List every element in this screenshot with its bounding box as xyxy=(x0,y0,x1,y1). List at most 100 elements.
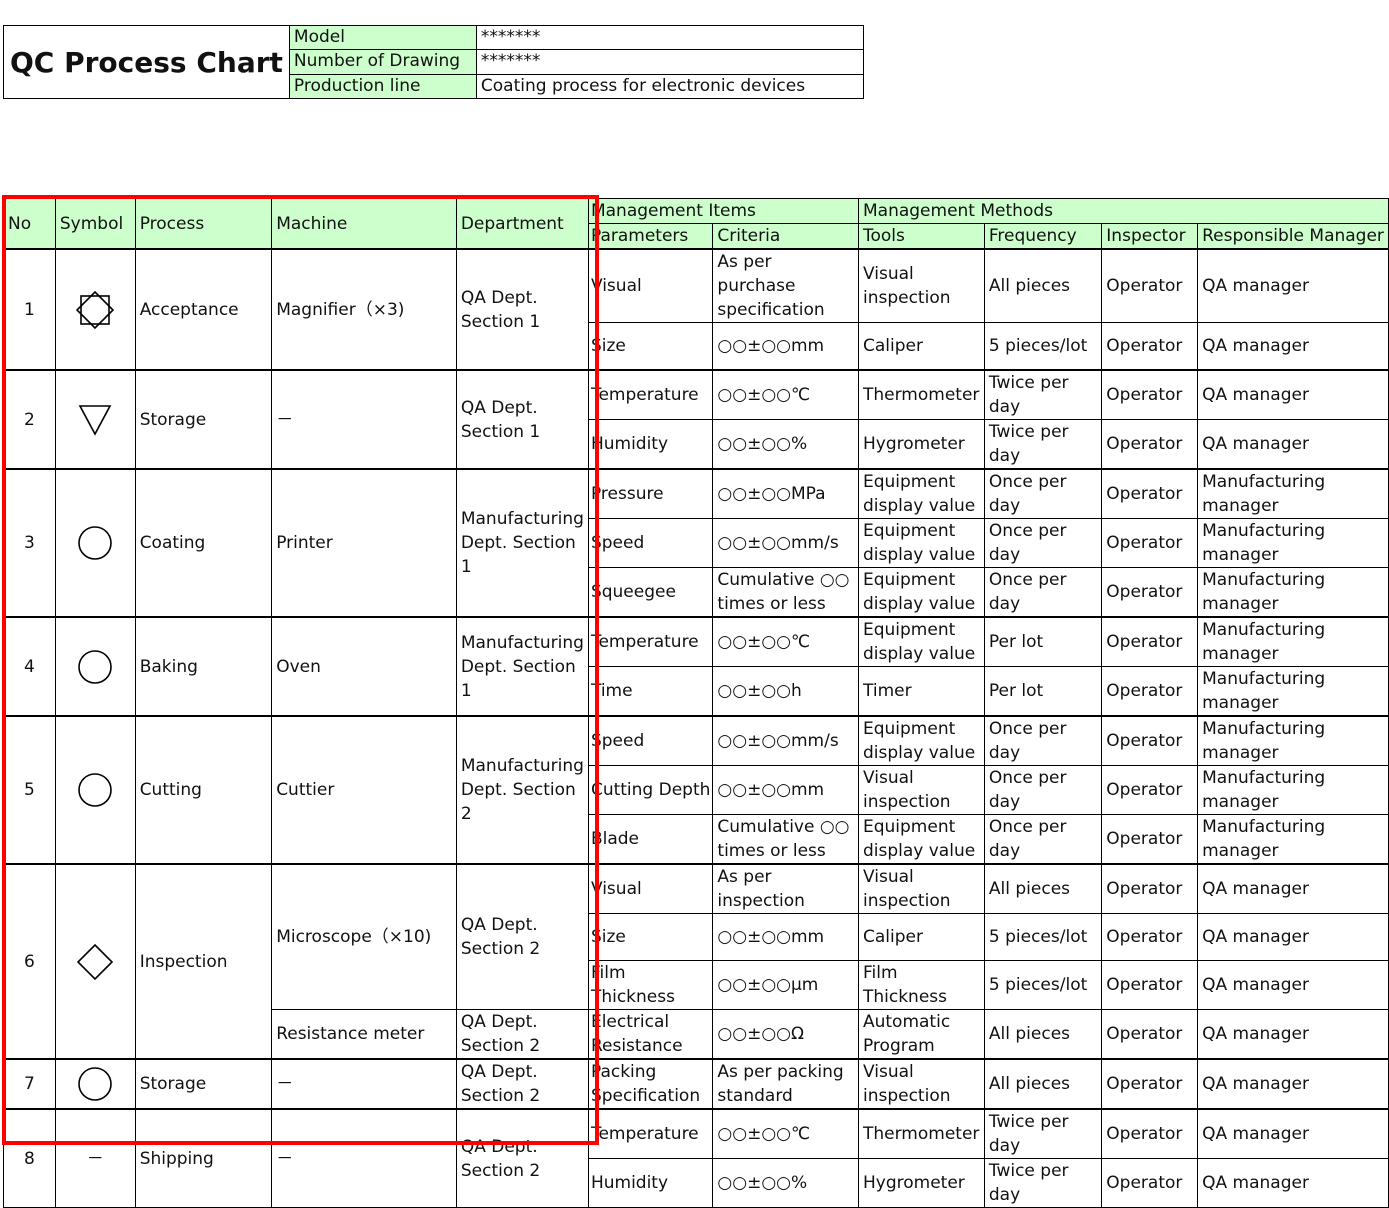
circle-icon xyxy=(54,468,136,618)
inspector-cell: Operator xyxy=(1101,1009,1199,1060)
tool-cell: Equipment display value xyxy=(857,567,985,618)
param-cell: Speed xyxy=(587,715,714,766)
manager-cell: QA manager xyxy=(1197,1009,1389,1060)
process-department: Manufacturing Dept. Section 2 xyxy=(455,715,589,865)
tool-cell: Thermometer xyxy=(857,1108,985,1159)
criteria-cell: ○○±○○μm xyxy=(712,960,859,1010)
criteria-cell: Cumulative ○○ times or less xyxy=(712,567,859,618)
table-row: 4 Baking Oven Manufacturing Dept. Sectio… xyxy=(3,616,1389,717)
process-no: 5 xyxy=(3,715,56,865)
manager-cell: QA manager xyxy=(1197,1108,1389,1159)
inspector-cell: Operator xyxy=(1101,567,1199,618)
frequency-cell: 5 pieces/lot xyxy=(983,960,1103,1010)
inspector-cell: Operator xyxy=(1101,248,1199,323)
param-cell: Speed xyxy=(587,518,714,568)
tool-cell: Film Thickness xyxy=(857,960,985,1010)
qc-process-table: No Symbol Process Machine Department Man… xyxy=(3,198,1389,1208)
manager-cell: QA manager xyxy=(1197,1058,1389,1110)
process-machine: Microscope（×10) xyxy=(271,863,457,1010)
diamond-in-square-icon xyxy=(54,248,136,371)
col-tools-header: Tools xyxy=(857,223,985,250)
criteria-cell: ○○±○○mm xyxy=(712,765,859,815)
tool-cell: Caliper xyxy=(857,913,985,961)
process-no: 1 xyxy=(3,248,56,371)
frequency-cell: All pieces xyxy=(983,1058,1103,1110)
inspector-cell: Operator xyxy=(1101,913,1199,961)
manager-cell: QA manager xyxy=(1197,863,1389,914)
tool-cell: Timer xyxy=(857,666,985,717)
param-cell: Time xyxy=(587,666,714,717)
inspector-cell: Operator xyxy=(1101,468,1199,519)
frequency-cell: 5 pieces/lot xyxy=(983,322,1103,371)
col-no-header: No xyxy=(3,198,56,250)
process-department: Manufacturing Dept. Section 1 xyxy=(455,468,589,618)
tool-cell: Visual inspection xyxy=(857,248,985,323)
col-criteria-header: Criteria xyxy=(712,223,859,250)
circle-icon xyxy=(54,1058,136,1110)
process-name: Inspection xyxy=(134,863,273,1060)
drawing-value: ******* xyxy=(475,49,864,75)
criteria-cell: ○○±○○h xyxy=(712,666,859,717)
inspector-cell: Operator xyxy=(1101,814,1199,865)
criteria-cell: ○○±○○Ω xyxy=(712,1009,859,1060)
col-frequency-header: Frequency xyxy=(983,223,1103,250)
criteria-cell: ○○±○○% xyxy=(712,1158,859,1208)
param-cell: Temperature xyxy=(587,1108,714,1159)
tool-cell: Hygrometer xyxy=(857,419,985,470)
param-cell: Size xyxy=(587,322,714,371)
process-machine: Cuttier xyxy=(271,715,457,865)
manager-cell: Manufacturing manager xyxy=(1197,715,1389,766)
model-label: Model xyxy=(288,24,477,51)
manager-cell: Manufacturing manager xyxy=(1197,468,1389,519)
tool-cell: Caliper xyxy=(857,322,985,371)
process-name: Baking xyxy=(134,616,273,717)
process-no: 4 xyxy=(3,616,56,717)
tool-cell: Visual inspection xyxy=(857,1058,985,1110)
process-machine: Magnifier（×3) xyxy=(271,248,457,371)
manager-cell: Manufacturing manager xyxy=(1197,814,1389,865)
line-label: Production line xyxy=(288,73,477,100)
frequency-cell: Once per day xyxy=(983,468,1103,519)
manager-cell: QA manager xyxy=(1197,1158,1389,1208)
management-items-header: Management Items xyxy=(587,198,859,224)
criteria-cell: ○○±○○MPa xyxy=(712,468,859,519)
manager-cell: QA manager xyxy=(1197,248,1389,323)
param-cell: Packing Specification xyxy=(587,1058,714,1110)
param-cell: Humidity xyxy=(587,1158,714,1208)
criteria-cell: ○○±○○℃ xyxy=(712,369,859,420)
circle-icon xyxy=(54,616,136,717)
header-table: QC Process Chart Model ******* Number of… xyxy=(3,24,864,100)
criteria-cell: As per inspection xyxy=(712,863,859,914)
col-responsible-manager-header: Responsible Manager xyxy=(1197,223,1389,250)
manager-cell: QA manager xyxy=(1197,369,1389,420)
inspector-cell: Operator xyxy=(1101,1158,1199,1208)
line-value: Coating process for electronic devices xyxy=(475,73,864,100)
process-department: QA Dept. Section 1 xyxy=(455,369,589,470)
param-cell: Temperature xyxy=(587,616,714,667)
process-no: 8 xyxy=(3,1108,56,1208)
criteria-cell: ○○±○○mm/s xyxy=(712,518,859,568)
process-name: Storage xyxy=(134,369,273,470)
process-no: 7 xyxy=(3,1058,56,1110)
tool-cell: Equipment display value xyxy=(857,616,985,667)
process-name: Acceptance xyxy=(134,248,273,371)
frequency-cell: Once per day xyxy=(983,518,1103,568)
inspector-cell: Operator xyxy=(1101,419,1199,470)
process-name: Shipping xyxy=(134,1108,273,1208)
criteria-cell: ○○±○○mm xyxy=(712,913,859,961)
param-cell: Humidity xyxy=(587,419,714,470)
criteria-cell: ○○±○○℃ xyxy=(712,616,859,667)
manager-cell: Manufacturing manager xyxy=(1197,567,1389,618)
process-department: QA Dept. Section 2 xyxy=(455,1009,589,1060)
frequency-cell: Twice per day xyxy=(983,369,1103,420)
criteria-cell: ○○±○○mm/s xyxy=(712,715,859,766)
manager-cell: Manufacturing manager xyxy=(1197,765,1389,815)
process-department: QA Dept. Section 2 xyxy=(455,863,589,1010)
table-row: 3 Coating Printer Manufacturing Dept. Se… xyxy=(3,468,1389,618)
management-methods-header: Management Methods xyxy=(857,198,1389,224)
param-cell: Size xyxy=(587,913,714,961)
tool-cell: Equipment display value xyxy=(857,814,985,865)
diamond-icon xyxy=(54,863,136,1060)
tool-cell: Automatic Program xyxy=(857,1009,985,1060)
frequency-cell: Twice per day xyxy=(983,1158,1103,1208)
